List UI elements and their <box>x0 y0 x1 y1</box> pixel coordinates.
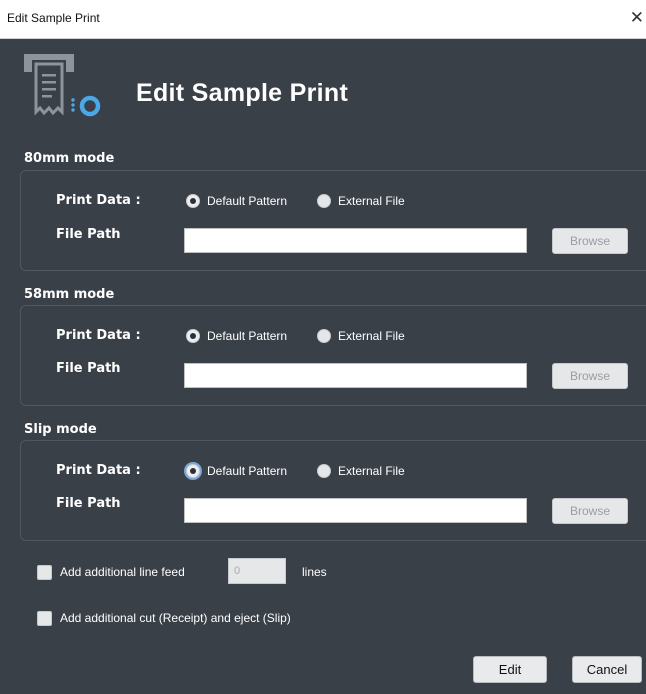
cut-eject-checkbox[interactable] <box>37 611 52 626</box>
page-title: Edit Sample Print <box>136 79 349 107</box>
file-path-input-slip[interactable] <box>184 498 527 523</box>
external-file-label: External File <box>338 464 405 478</box>
radio-external-file-slip[interactable] <box>317 464 331 478</box>
line-feed-count-input[interactable]: 0 <box>228 558 286 584</box>
edit-button[interactable]: Edit <box>473 656 547 683</box>
cut-eject-label: Add additional cut (Receipt) and eject (… <box>60 611 291 625</box>
cancel-button[interactable]: Cancel <box>572 656 642 683</box>
file-path-input-80mm[interactable] <box>184 228 527 253</box>
title-bar: Edit Sample Print ✕ <box>0 0 646 39</box>
file-path-label: File Path <box>56 496 121 511</box>
print-data-label: Print Data : <box>56 463 141 478</box>
group-80mm: Print Data : Default Pattern External Fi… <box>20 170 646 271</box>
radio-default-pattern-80mm[interactable] <box>186 194 200 208</box>
section-label-slip: Slip mode <box>24 422 97 437</box>
file-path-label: File Path <box>56 361 121 376</box>
printer-receipt-settings-icon <box>24 54 101 117</box>
section-label-58mm: 58mm mode <box>24 287 115 302</box>
group-slip: Print Data : Default Pattern External Fi… <box>20 440 646 541</box>
line-feed-label: Add additional line feed <box>60 565 185 579</box>
group-58mm: Print Data : Default Pattern External Fi… <box>20 305 646 406</box>
browse-button-slip[interactable]: Browse <box>552 498 628 524</box>
file-path-label: File Path <box>56 227 121 242</box>
radio-external-file-80mm[interactable] <box>317 194 331 208</box>
edit-sample-print-dialog: Edit Sample Print ✕ Edit Sample Print 80… <box>0 0 646 694</box>
radio-default-pattern-slip[interactable] <box>186 464 200 478</box>
line-feed-unit-label: lines <box>302 565 327 579</box>
close-icon[interactable]: ✕ <box>630 8 644 28</box>
section-label-80mm: 80mm mode <box>24 151 115 166</box>
default-pattern-label: Default Pattern <box>207 464 288 478</box>
default-pattern-label: Default Pattern <box>207 329 288 343</box>
line-feed-checkbox[interactable] <box>37 565 52 580</box>
file-path-input-58mm[interactable] <box>184 363 527 388</box>
radio-default-pattern-58mm[interactable] <box>186 329 200 343</box>
print-data-label: Print Data : <box>56 193 141 208</box>
browse-button-58mm[interactable]: Browse <box>552 363 628 389</box>
external-file-label: External File <box>338 194 405 208</box>
radio-external-file-58mm[interactable] <box>317 329 331 343</box>
external-file-label: External File <box>338 329 405 343</box>
print-data-label: Print Data : <box>56 328 141 343</box>
default-pattern-label: Default Pattern <box>207 194 288 208</box>
window-title: Edit Sample Print <box>7 11 100 25</box>
browse-button-80mm[interactable]: Browse <box>552 228 628 254</box>
